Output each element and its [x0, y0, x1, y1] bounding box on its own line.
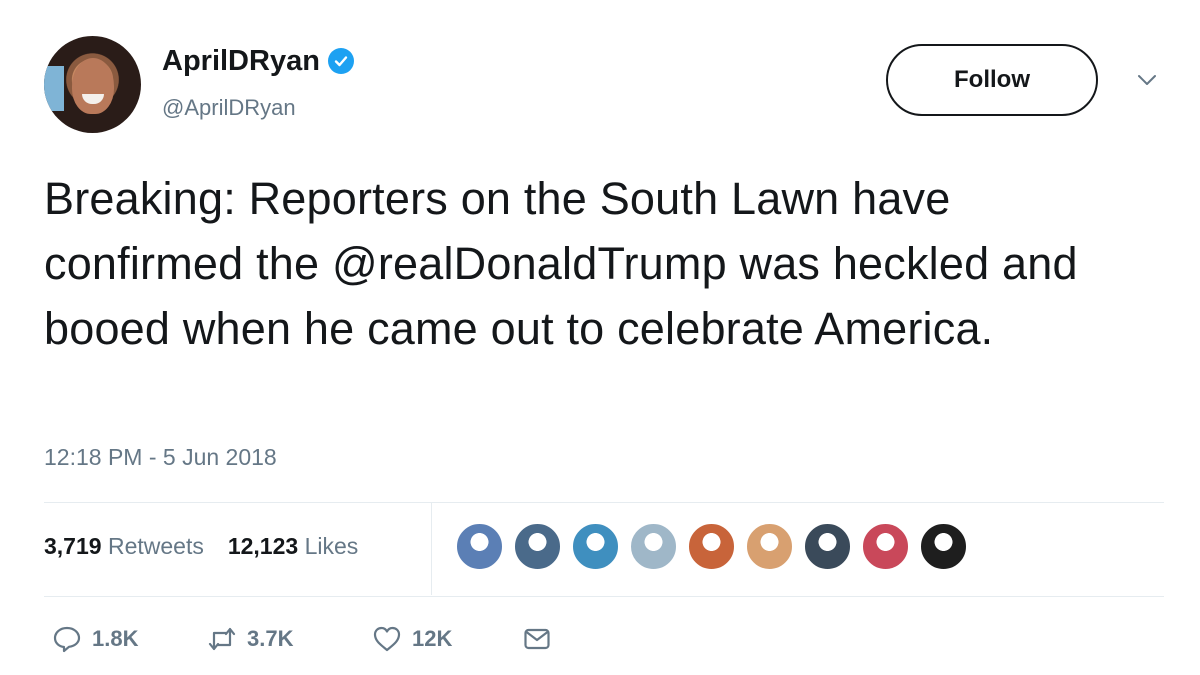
liker-avatar-1[interactable] — [455, 522, 504, 571]
avatar-background — [44, 66, 64, 111]
direct-message-action[interactable] — [522, 624, 552, 654]
verified-badge-icon — [327, 48, 354, 74]
liker-avatar-2[interactable] — [513, 522, 562, 571]
retweet-action[interactable]: 3.7K — [207, 624, 372, 654]
author-avatar[interactable] — [44, 36, 141, 133]
heart-icon — [373, 626, 401, 652]
likes-label: Likes — [304, 533, 359, 559]
retweets-count: 3,719 — [44, 533, 102, 559]
divider-bottom — [44, 596, 1164, 597]
tweet-timestamp[interactable]: 12:18 PM - 5 Jun 2018 — [44, 444, 277, 471]
likes-stat[interactable]: 12,123 Likes — [228, 533, 358, 560]
tweet-stats: 3,719 Retweets 12,123 Likes — [44, 533, 358, 560]
like-action[interactable]: 12K — [372, 624, 522, 654]
like-count: 12K — [412, 626, 453, 651]
retweet-icon — [208, 627, 236, 651]
retweets-stat[interactable]: 3,719 Retweets — [44, 533, 204, 560]
liker-avatar-8[interactable] — [861, 522, 910, 571]
reply-count: 1.8K — [92, 626, 139, 651]
divider-top — [44, 502, 1164, 503]
avatar-face — [72, 58, 114, 114]
envelope-icon — [524, 628, 550, 650]
liker-avatar-4[interactable] — [629, 522, 678, 571]
tweet-actions: 1.8K 3.7K 12K — [52, 624, 552, 654]
retweets-label: Retweets — [107, 533, 204, 559]
reply-action[interactable]: 1.8K — [52, 624, 207, 654]
stats-divider — [431, 503, 432, 595]
chevron-down-icon[interactable] — [1136, 72, 1158, 88]
reply-icon — [53, 626, 81, 653]
liker-avatar-5[interactable] — [687, 522, 736, 571]
liker-avatar-3[interactable] — [571, 522, 620, 571]
follow-button[interactable]: Follow — [886, 44, 1098, 116]
author-display-name[interactable]: AprilDRyan — [162, 44, 320, 78]
liker-avatar-7[interactable] — [803, 522, 852, 571]
retweet-count: 3.7K — [247, 626, 294, 651]
author-name-row[interactable]: AprilDRyan — [162, 44, 354, 78]
likes-count: 12,123 — [227, 533, 299, 559]
liker-avatar-9[interactable] — [919, 522, 968, 571]
liker-avatars — [455, 522, 968, 571]
liker-avatar-6[interactable] — [745, 522, 794, 571]
tweet-text: Breaking: Reporters on the South Lawn ha… — [44, 173, 1078, 354]
author-handle[interactable]: @AprilDRyan — [162, 95, 296, 121]
